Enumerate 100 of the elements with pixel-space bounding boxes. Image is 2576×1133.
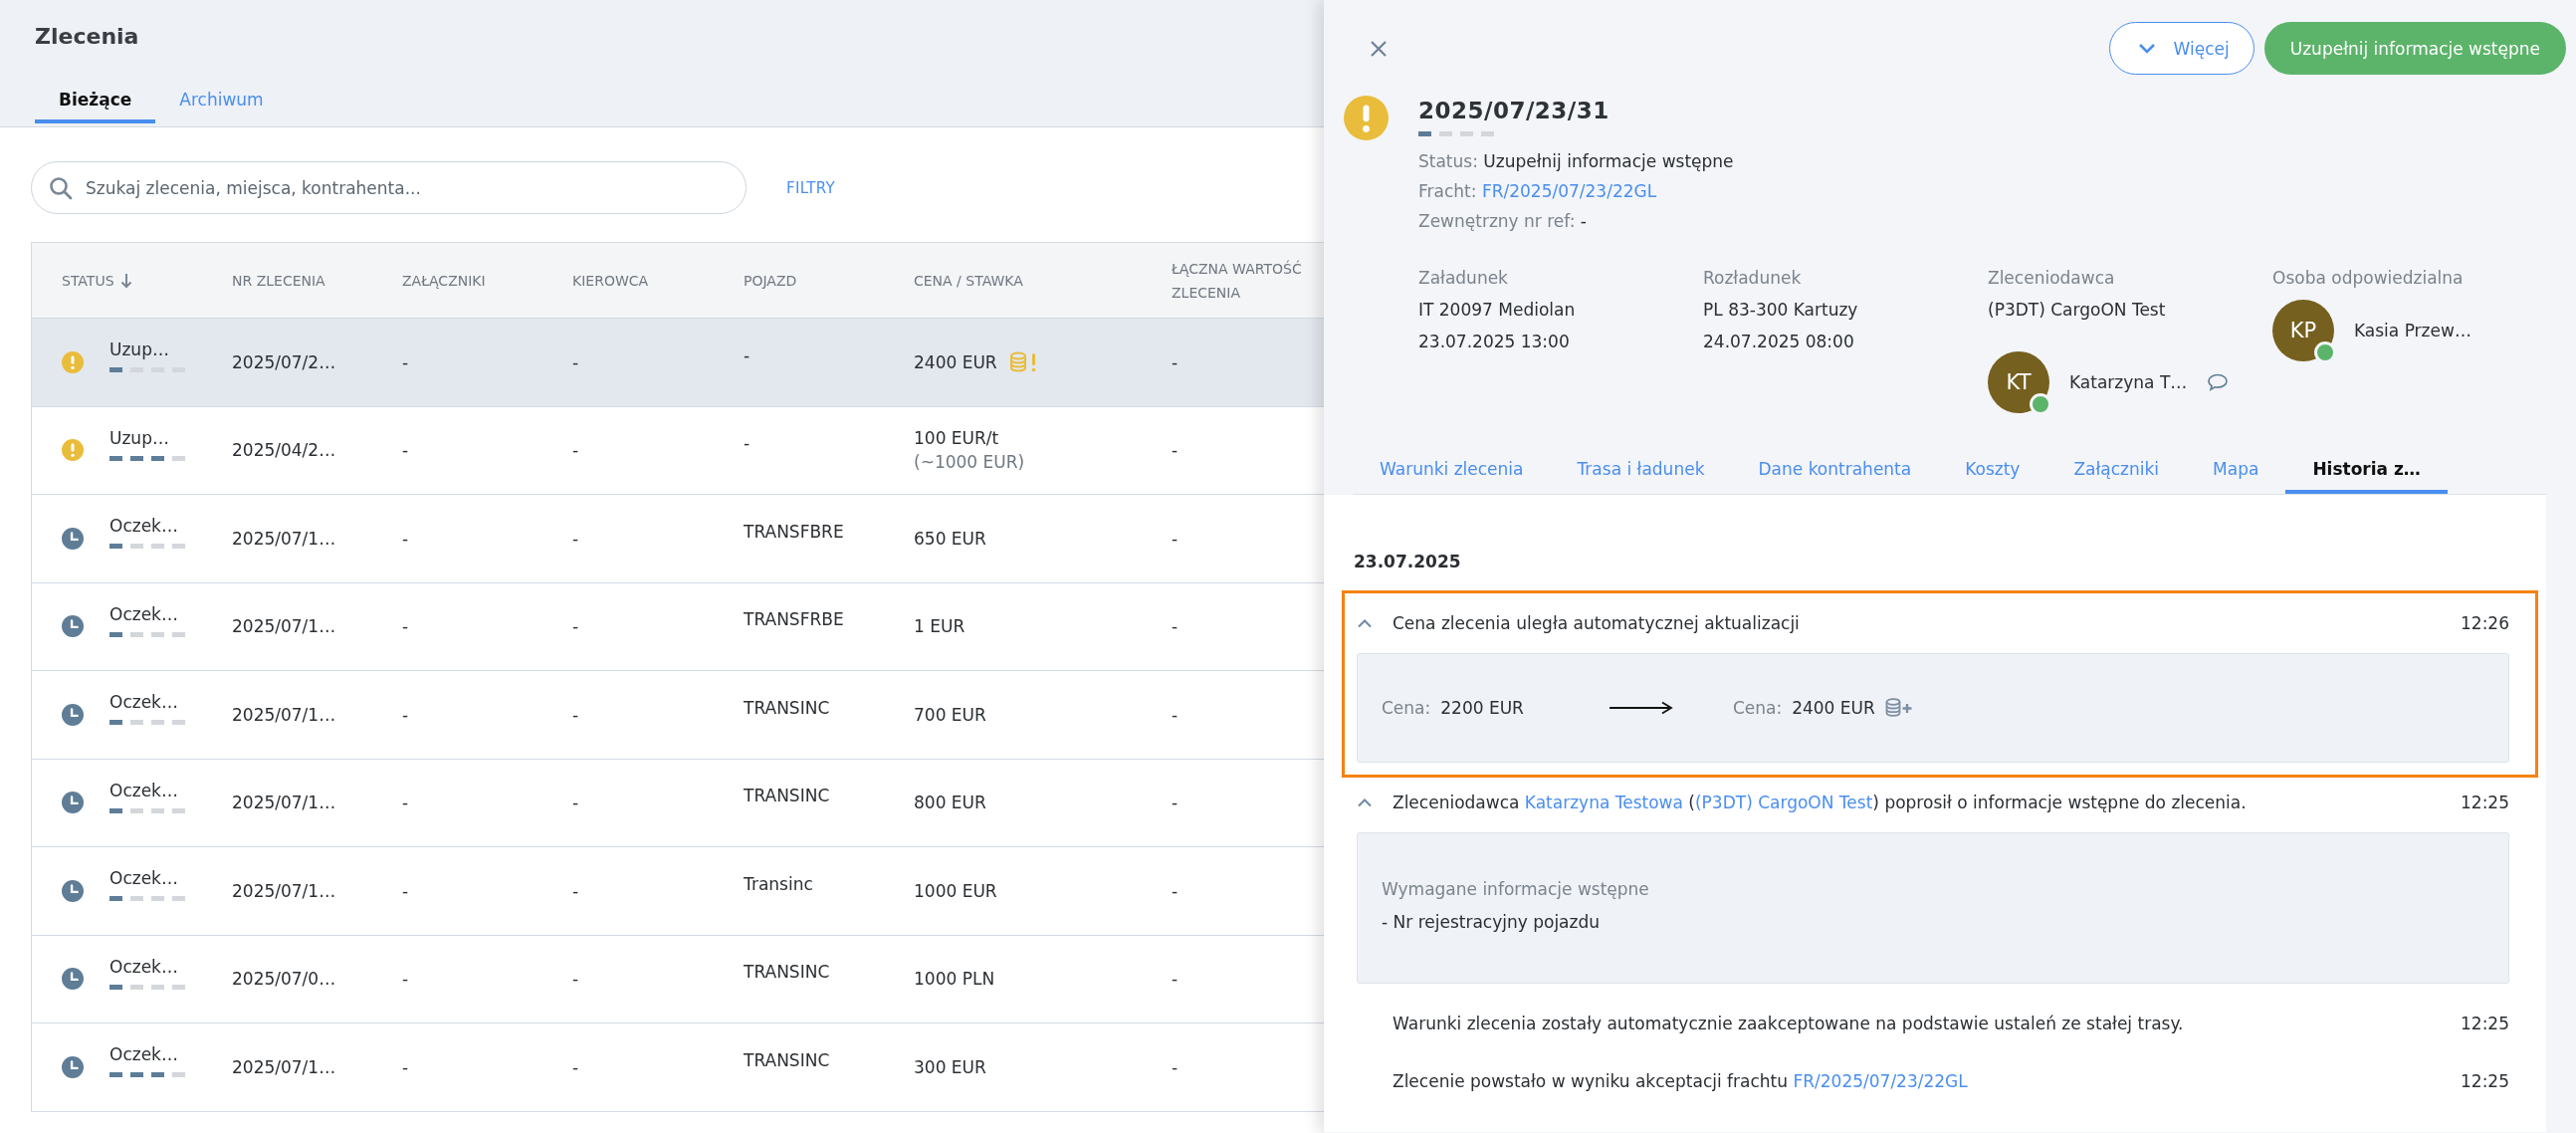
- arrow-icon: [1609, 701, 1673, 715]
- tab[interactable]: Dane kontrahenta: [1731, 459, 1939, 494]
- table-cell: 800 EUR: [914, 793, 986, 813]
- table-cell: 2025/04/2…: [232, 440, 336, 461]
- status-text: Oczek…: [109, 1044, 179, 1065]
- field-value: -: [1580, 211, 1587, 231]
- column-header[interactable]: STATUS: [32, 268, 202, 293]
- chevron-up-icon[interactable]: [1357, 618, 1373, 628]
- link[interactable]: Katarzyna Testowa: [1524, 793, 1683, 812]
- table-cell: 1 EUR: [914, 616, 966, 637]
- table-cell: Transinc: [744, 873, 813, 894]
- table-row[interactable]: Uzup… 2025/07/2… - - - 2400 EUR -: [32, 319, 1324, 407]
- tab[interactable]: Koszty: [1938, 459, 2047, 494]
- table-cell: -: [572, 616, 579, 637]
- entry-time: 12:25: [2461, 1071, 2509, 1091]
- old-price: 2200 EUR: [1440, 698, 1524, 718]
- tab[interactable]: Załączniki: [2046, 459, 2187, 494]
- table-cell: 2025/07/2…: [232, 351, 336, 372]
- table-cell: 650 EUR: [914, 528, 986, 549]
- more-button[interactable]: Więcej: [2108, 22, 2254, 75]
- status-text: Uzup…: [109, 340, 170, 360]
- column-header: NR ZLECENIA: [231, 271, 326, 291]
- price-note: (~1000 EUR): [914, 452, 1026, 473]
- entry-time: 12:25: [2461, 1014, 2509, 1033]
- chevron-down-icon: [2137, 43, 2156, 54]
- table-cell: -: [402, 969, 409, 990]
- table-cell: -: [1172, 793, 1179, 813]
- tab[interactable]: Mapa: [2186, 459, 2286, 494]
- party-value: (P3DT) CargoON Test: [1988, 299, 2167, 322]
- party-label: Rozładunek: [1703, 267, 1803, 290]
- table-cell: -: [402, 1056, 409, 1077]
- party-value: PL 83-300 Kartuzy: [1703, 299, 1859, 322]
- entry-time: 12:25: [2461, 793, 2509, 812]
- table-cell: 2025/07/1…: [232, 880, 336, 901]
- table-cell: TRANSFRBE: [744, 609, 844, 630]
- column-header: POJAZD: [743, 271, 798, 291]
- filters-link[interactable]: FILTRY: [786, 178, 835, 197]
- new-price: 2400 EUR: [1792, 698, 1875, 718]
- table-cell: -: [1172, 351, 1179, 372]
- table-cell: -: [1172, 1056, 1179, 1077]
- table-cell: 2025/07/1…: [232, 793, 336, 813]
- table-cell: -: [402, 880, 409, 901]
- freight-link[interactable]: FR/2025/07/23/22GL: [1481, 181, 1657, 201]
- tab[interactable]: Archiwum: [155, 90, 288, 123]
- table-cell: TRANSINC: [744, 962, 830, 983]
- table-cell: -: [744, 344, 751, 365]
- status-text: Oczek…: [109, 516, 179, 537]
- party-label: Załadunek: [1418, 267, 1509, 290]
- tab[interactable]: Trasa i ładunek: [1550, 459, 1732, 494]
- table-cell: TRANSINC: [744, 786, 830, 806]
- status-text: Oczek…: [109, 780, 179, 800]
- history-entry-text: Warunki zlecenia zostały automatycznie zaakceptowane na podstawie ustaleń ze stałej trasy.: [1393, 1013, 2185, 1035]
- chat-bubble-icon[interactable]: [2207, 373, 2230, 391]
- status-text: Oczek…: [109, 692, 179, 713]
- table-cell: TRANSFBRE: [744, 521, 844, 542]
- field-value: Uzupełnij informacje wstępne: [1483, 151, 1734, 171]
- table-cell: -: [1172, 969, 1179, 990]
- table-cell: -: [402, 440, 409, 461]
- search-field[interactable]: Szukaj zlecenia, miejsca, kontrahenta...: [31, 161, 747, 214]
- table-cell: -: [572, 351, 579, 372]
- table-cell: 700 EUR: [914, 704, 986, 725]
- party-label: Zleceniodawca: [1988, 267, 2116, 290]
- party-value: IT 20097 Mediolan: [1418, 299, 1577, 322]
- status-text: Uzup…: [109, 427, 170, 448]
- table-cell: -: [572, 969, 579, 990]
- column-header: ZAŁĄCZNIKI: [401, 271, 487, 291]
- table-cell: -: [572, 528, 579, 549]
- table-cell: 2400 EUR: [914, 351, 997, 372]
- history-entry-text: Zleceniodawca Katarzyna Testowa ((P3DT) CargoON Test) poprosił o informacje wstępne do zlecenia.: [1393, 792, 2248, 814]
- price-label: Cena:: [1382, 698, 1431, 718]
- page-title: Zlecenia: [35, 23, 140, 51]
- person-name: Katarzyna T…: [2069, 371, 2188, 394]
- close-icon[interactable]: [1370, 39, 1388, 58]
- complete-info-button[interactable]: Uzupełnij informacje wstępne: [2263, 22, 2566, 75]
- price-label: Cena:: [1732, 698, 1783, 718]
- table-cell: -: [572, 440, 579, 461]
- table-cell: 100 EUR/t: [914, 428, 999, 449]
- details-title: Wymagane informacje wstępne: [1382, 878, 1650, 901]
- details-line: - Nr rejestracyjny pojazdu: [1382, 911, 1602, 934]
- history-entry-text: Zlecenie powstało w wyniku akceptacji frachtu FR/2025/07/23/22GL: [1393, 1070, 1969, 1093]
- tab[interactable]: Bieżące: [35, 90, 156, 123]
- table-cell: -: [402, 616, 409, 637]
- link[interactable]: (P3DT) CargoON Test: [1695, 793, 1873, 812]
- link[interactable]: FR/2025/07/23/22GL: [1793, 1071, 1968, 1091]
- entry-time: 12:26: [2461, 613, 2509, 633]
- status-text: Oczek…: [109, 868, 179, 889]
- column-header: CENA / STAWKA: [913, 271, 1024, 291]
- chevron-up-icon[interactable]: [1357, 797, 1373, 807]
- table-cell: 1000 PLN: [914, 969, 995, 990]
- table-cell: 300 EUR: [914, 1056, 986, 1077]
- table-cell: 1000 EUR: [914, 880, 997, 901]
- tab[interactable]: Warunki zlecenia: [1353, 459, 1551, 494]
- table-cell: 2025/07/1…: [232, 1056, 336, 1077]
- history-date: 23.07.2025: [1353, 551, 1462, 573]
- table-cell: 2025/07/1…: [232, 616, 336, 637]
- field-label: Status:: [1418, 151, 1478, 171]
- table-cell: -: [402, 793, 409, 813]
- table-cell: 2025/07/0…: [232, 969, 336, 990]
- table-cell: -: [572, 880, 579, 901]
- table-cell: -: [572, 704, 579, 725]
